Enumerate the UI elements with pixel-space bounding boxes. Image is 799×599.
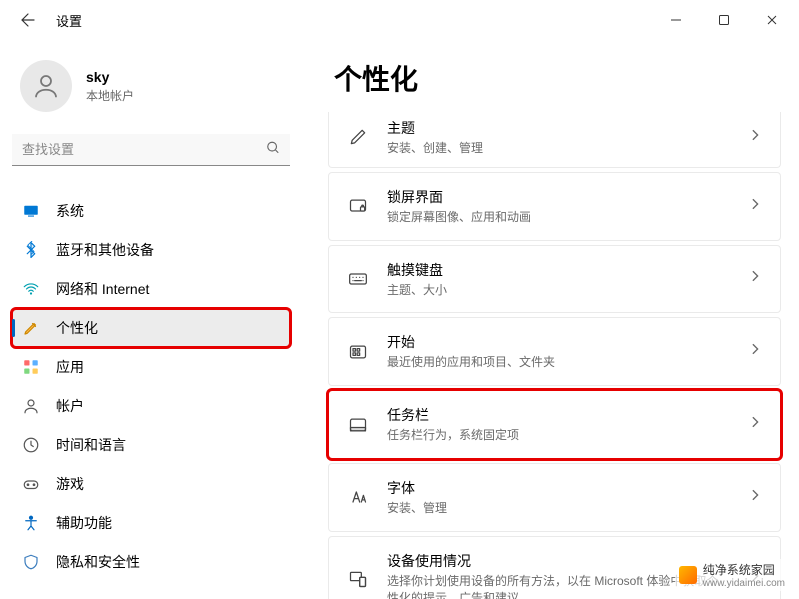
search-input[interactable] bbox=[12, 134, 290, 166]
setting-item-taskbar[interactable]: 任务栏 任务栏行为，系统固定项 bbox=[328, 390, 781, 459]
sidebar-item-label: 网络和 Internet bbox=[56, 279, 149, 299]
sidebar-item-privacy[interactable]: 隐私和安全性 bbox=[12, 543, 290, 581]
personalize-icon bbox=[22, 319, 40, 337]
sidebar-item-label: 隐私和安全性 bbox=[56, 552, 140, 572]
setting-subtitle: 最近使用的应用和项目、文件夹 bbox=[387, 354, 730, 371]
sidebar-item-label: 游戏 bbox=[56, 474, 84, 494]
setting-item-keyboard[interactable]: 触摸键盘 主题、大小 bbox=[328, 245, 781, 314]
setting-subtitle: 安装、创建、管理 bbox=[387, 140, 730, 157]
privacy-icon bbox=[22, 553, 40, 571]
accessibility-icon bbox=[22, 514, 40, 532]
watermark-url: www.yidaimei.com bbox=[703, 578, 785, 589]
sidebar-item-label: 系统 bbox=[56, 201, 84, 221]
accounts-icon bbox=[22, 397, 40, 415]
sidebar-item-label: 应用 bbox=[56, 357, 84, 377]
titlebar: 设置 bbox=[0, 0, 799, 40]
sidebar-item-personalize[interactable]: 个性化 bbox=[12, 309, 290, 347]
usage-icon bbox=[347, 568, 369, 590]
close-button[interactable] bbox=[749, 4, 795, 36]
bluetooth-icon bbox=[22, 241, 40, 259]
sidebar-item-system[interactable]: 系统 bbox=[12, 192, 290, 230]
sidebar-item-label: 时间和语言 bbox=[56, 435, 126, 455]
chevron-right-icon bbox=[748, 128, 762, 147]
sidebar-item-label: 个性化 bbox=[56, 318, 98, 338]
setting-title: 开始 bbox=[387, 332, 730, 352]
gaming-icon bbox=[22, 475, 40, 493]
sidebar-item-accounts[interactable]: 帐户 bbox=[12, 387, 290, 425]
sidebar-item-time[interactable]: 时间和语言 bbox=[12, 426, 290, 464]
system-icon bbox=[22, 202, 40, 220]
app-title: 设置 bbox=[56, 11, 82, 30]
setting-subtitle: 安装、管理 bbox=[387, 500, 730, 517]
apps-icon bbox=[22, 358, 40, 376]
lock-icon bbox=[347, 195, 369, 217]
sidebar-item-label: 辅助功能 bbox=[56, 513, 112, 533]
setting-title: 任务栏 bbox=[387, 405, 730, 425]
chevron-right-icon bbox=[748, 269, 762, 288]
maximize-button[interactable] bbox=[701, 4, 747, 36]
start-icon bbox=[347, 341, 369, 363]
keyboard-icon bbox=[347, 268, 369, 290]
sidebar-item-bluetooth[interactable]: 蓝牙和其他设备 bbox=[12, 231, 290, 269]
setting-item-start[interactable]: 开始 最近使用的应用和项目、文件夹 bbox=[328, 317, 781, 386]
back-button[interactable] bbox=[16, 8, 40, 32]
search-icon bbox=[266, 141, 280, 160]
chevron-right-icon bbox=[748, 415, 762, 434]
sidebar-item-gaming[interactable]: 游戏 bbox=[12, 465, 290, 503]
network-icon bbox=[22, 280, 40, 298]
setting-item-lock[interactable]: 锁屏界面 锁定屏幕图像、应用和动画 bbox=[328, 172, 781, 241]
sidebar-item-accessibility[interactable]: 辅助功能 bbox=[12, 504, 290, 542]
sidebar-item-label: 蓝牙和其他设备 bbox=[56, 240, 154, 260]
setting-item-fonts[interactable]: 字体 安装、管理 bbox=[328, 463, 781, 532]
watermark: 纯净系统家园 www.yidaimei.com bbox=[675, 559, 789, 591]
setting-item-theme[interactable]: 主题 安装、创建、管理 bbox=[328, 112, 781, 168]
minimize-button[interactable] bbox=[653, 4, 699, 36]
search-box bbox=[12, 134, 290, 166]
sidebar-item-apps[interactable]: 应用 bbox=[12, 348, 290, 386]
setting-title: 主题 bbox=[387, 118, 730, 138]
page-title: 个性化 bbox=[328, 58, 781, 98]
watermark-name: 纯净系统家园 bbox=[703, 561, 785, 578]
user-account-type: 本地帐户 bbox=[86, 87, 134, 104]
sidebar: sky 本地帐户 系统蓝牙和其他设备网络和 Internet 个性化应用帐户时间和… bbox=[0, 40, 302, 599]
setting-title: 字体 bbox=[387, 478, 730, 498]
taskbar-icon bbox=[347, 414, 369, 436]
avatar bbox=[20, 60, 72, 112]
setting-subtitle: 锁定屏幕图像、应用和动画 bbox=[387, 209, 730, 226]
time-icon bbox=[22, 436, 40, 454]
user-name: sky bbox=[86, 69, 134, 85]
content: 个性化 主题 安装、创建、管理 锁屏界面 锁定屏幕图像、应用和动画 触摸键盘 主… bbox=[302, 40, 799, 599]
sidebar-item-network[interactable]: 网络和 Internet bbox=[12, 270, 290, 308]
setting-title: 触摸键盘 bbox=[387, 260, 730, 280]
theme-icon bbox=[347, 126, 369, 148]
chevron-right-icon bbox=[748, 488, 762, 507]
setting-title: 锁屏界面 bbox=[387, 187, 730, 207]
watermark-logo-icon bbox=[679, 566, 697, 584]
setting-subtitle: 主题、大小 bbox=[387, 282, 730, 299]
chevron-right-icon bbox=[748, 197, 762, 216]
setting-subtitle: 任务栏行为，系统固定项 bbox=[387, 427, 730, 444]
chevron-right-icon bbox=[748, 342, 762, 361]
sidebar-item-label: 帐户 bbox=[56, 396, 84, 416]
fonts-icon bbox=[347, 486, 369, 508]
user-block[interactable]: sky 本地帐户 bbox=[12, 52, 290, 134]
